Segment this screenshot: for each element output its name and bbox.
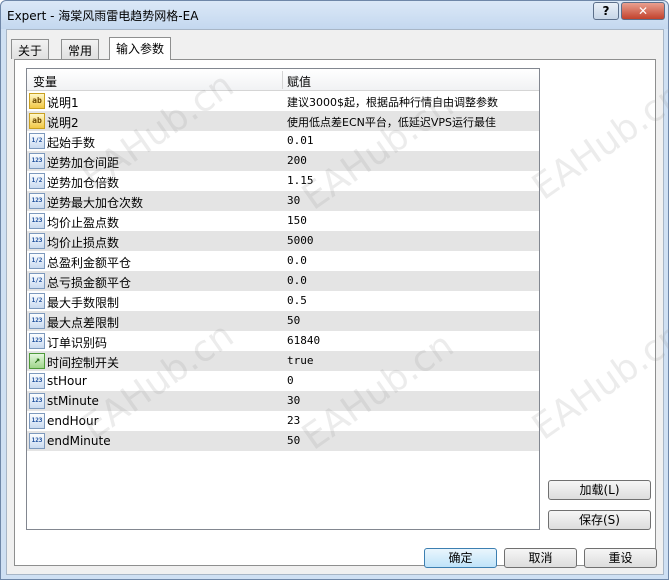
close-button[interactable]: ✕: [621, 2, 665, 20]
bool-type-icon: ↗: [29, 353, 45, 369]
tab-common[interactable]: 常用: [61, 39, 100, 59]
parameter-name: 逆势最大加仓次数: [47, 196, 144, 210]
parameter-row[interactable]: 1/2 总盈利金额平仓 0.0: [27, 251, 539, 271]
parameter-name: endHour: [47, 414, 99, 428]
parameter-name: 说明2: [47, 116, 79, 130]
parameter-value[interactable]: 50: [287, 314, 300, 327]
parameter-row[interactable]: ab 说明1 建议3000$起，根据品种行情自由调整参数: [27, 91, 539, 111]
double-type-icon: 1/2: [29, 273, 45, 289]
parameters-grid[interactable]: 变量 赋值 ab 说明1 建议3000$起，根据品种行情自由调整参数 ab 说明2 使用低…: [26, 68, 540, 530]
window-title: Expert - 海棠风雨雷电趋势网格-EA: [7, 9, 199, 23]
parameter-name: 最大点差限制: [47, 316, 120, 330]
parameter-name: 起始手数: [47, 136, 96, 150]
parameter-row[interactable]: 123 逆势最大加仓次数 30: [27, 191, 539, 211]
parameter-name: 均价止盈点数: [47, 216, 120, 230]
parameter-value[interactable]: 使用低点差ECN平台，低延迟VPS运行最佳: [287, 114, 496, 130]
parameter-name: 说明1: [47, 96, 79, 110]
parameter-name: stHour: [47, 374, 87, 388]
parameter-value[interactable]: 0.5: [287, 294, 307, 307]
parameter-value[interactable]: 5000: [287, 234, 314, 247]
parameter-value[interactable]: 0: [287, 374, 294, 387]
parameter-value[interactable]: 200: [287, 154, 307, 167]
parameter-name: 订单识别码: [47, 336, 108, 350]
int-type-icon: 123: [29, 393, 45, 409]
reset-button[interactable]: 重设: [584, 548, 657, 568]
parameter-name: 逆势加仓倍数: [47, 176, 120, 190]
parameter-value[interactable]: 150: [287, 214, 307, 227]
tab-inputs[interactable]: 输入参数: [109, 37, 172, 60]
int-type-icon: 123: [29, 313, 45, 329]
parameter-row[interactable]: ↗ 时间控制开关 true: [27, 351, 539, 371]
parameter-row[interactable]: 123 订单识别码 61840: [27, 331, 539, 351]
parameter-name: 总亏损金额平仓: [47, 276, 132, 290]
double-type-icon: 1/2: [29, 293, 45, 309]
parameter-value[interactable]: 1.15: [287, 174, 314, 187]
parameter-row[interactable]: 1/2 最大手数限制 0.5: [27, 291, 539, 311]
parameter-value[interactable]: 0.0: [287, 254, 307, 267]
parameter-value[interactable]: 50: [287, 434, 300, 447]
double-type-icon: 1/2: [29, 133, 45, 149]
parameter-row[interactable]: 123 均价止盈点数 150: [27, 211, 539, 231]
parameter-name: 逆势加仓间距: [47, 156, 120, 170]
help-button[interactable]: ?: [593, 2, 619, 20]
parameter-row[interactable]: 123 最大点差限制 50: [27, 311, 539, 331]
parameter-value[interactable]: 30: [287, 194, 300, 207]
int-type-icon: 123: [29, 373, 45, 389]
parameter-row[interactable]: 1/2 起始手数 0.01: [27, 131, 539, 151]
parameter-name: 均价止损点数: [47, 236, 120, 250]
title-bar[interactable]: Expert - 海棠风雨雷电趋势网格-EA ? ✕: [1, 1, 668, 29]
double-type-icon: 1/2: [29, 173, 45, 189]
ok-button[interactable]: 确定: [424, 548, 497, 568]
inputs-panel: 变量 赋值 ab 说明1 建议3000$起，根据品种行情自由调整参数 ab 说明2 使用低…: [14, 59, 656, 566]
parameter-row[interactable]: 123 endMinute 50: [27, 431, 539, 451]
parameter-value[interactable]: 建议3000$起，根据品种行情自由调整参数: [287, 94, 498, 110]
parameter-value[interactable]: 30: [287, 394, 300, 407]
parameter-row[interactable]: ab 说明2 使用低点差ECN平台，低延迟VPS运行最佳: [27, 111, 539, 131]
int-type-icon: 123: [29, 433, 45, 449]
parameter-name: endMinute: [47, 434, 111, 448]
header-variable[interactable]: 变量: [33, 73, 57, 90]
tab-about[interactable]: 关于: [11, 39, 50, 59]
int-type-icon: 123: [29, 153, 45, 169]
parameter-name: 总盈利金额平仓: [47, 256, 132, 270]
parameter-value[interactable]: true: [287, 354, 314, 367]
parameter-row[interactable]: 123 endHour 23: [27, 411, 539, 431]
int-type-icon: 123: [29, 213, 45, 229]
header-separator[interactable]: [282, 71, 283, 89]
string-type-icon: ab: [29, 93, 45, 109]
parameter-row[interactable]: 1/2 逆势加仓倍数 1.15: [27, 171, 539, 191]
parameter-row[interactable]: 123 stHour 0: [27, 371, 539, 391]
string-type-icon: ab: [29, 113, 45, 129]
int-type-icon: 123: [29, 193, 45, 209]
save-button[interactable]: 保存(S): [548, 510, 651, 530]
parameter-row[interactable]: 123 逆势加仓间距 200: [27, 151, 539, 171]
parameter-value[interactable]: 23: [287, 414, 300, 427]
dialog-client-area: 关于 常用 输入参数 变量 赋值 ab 说明1 建议3000$起，根据品种行情自由调…: [6, 29, 664, 575]
expert-window: Expert - 海棠风雨雷电趋势网格-EA ? ✕ 关于 常用 输入参数 变量…: [0, 0, 669, 580]
parameter-name: 时间控制开关: [47, 356, 120, 370]
int-type-icon: 123: [29, 233, 45, 249]
parameter-value[interactable]: 0.0: [287, 274, 307, 287]
parameter-row[interactable]: 1/2 总亏损金额平仓 0.0: [27, 271, 539, 291]
parameter-value[interactable]: 61840: [287, 334, 320, 347]
load-button[interactable]: 加载(L): [548, 480, 651, 500]
grid-header: 变量 赋值: [27, 69, 539, 91]
header-value[interactable]: 赋值: [287, 73, 311, 90]
double-type-icon: 1/2: [29, 253, 45, 269]
parameter-row[interactable]: 123 均价止损点数 5000: [27, 231, 539, 251]
parameter-value[interactable]: 0.01: [287, 134, 314, 147]
parameter-name: stMinute: [47, 394, 99, 408]
int-type-icon: 123: [29, 413, 45, 429]
grid-rows: ab 说明1 建议3000$起，根据品种行情自由调整参数 ab 说明2 使用低点差ECN平…: [27, 91, 539, 451]
cancel-button[interactable]: 取消: [504, 548, 577, 568]
parameter-row[interactable]: 123 stMinute 30: [27, 391, 539, 411]
parameter-name: 最大手数限制: [47, 296, 120, 310]
int-type-icon: 123: [29, 333, 45, 349]
